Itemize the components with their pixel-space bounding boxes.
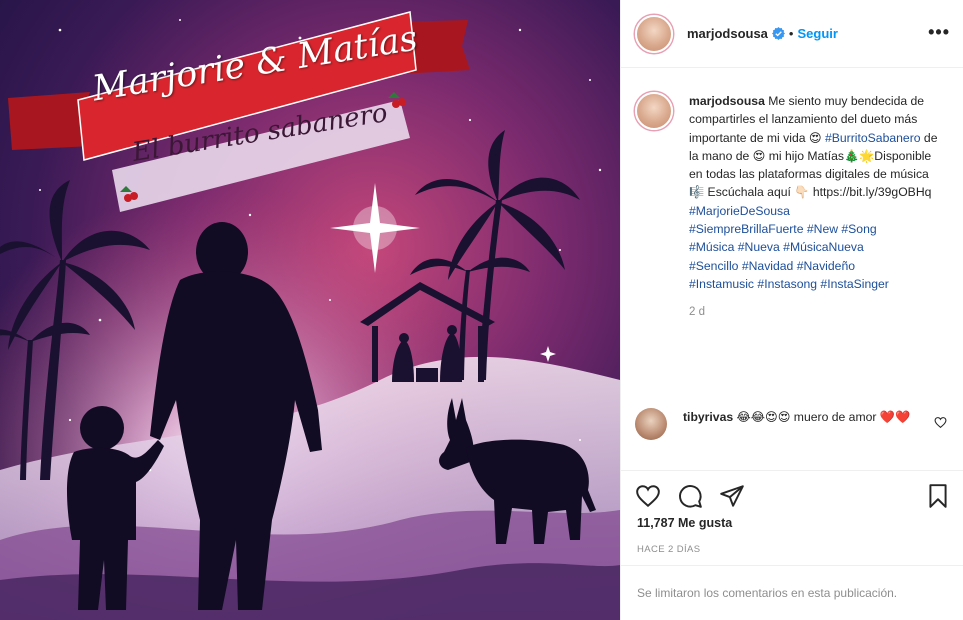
verified-badge-icon: [771, 27, 785, 40]
caption-avatar[interactable]: [635, 92, 673, 130]
bookmark-icon[interactable]: [925, 483, 951, 509]
post-caption: marjodsousa Me siento muy bendecida de c…: [635, 92, 947, 322]
comment-like-heart-icon[interactable]: [934, 416, 947, 429]
commenter-avatar[interactable]: [635, 408, 667, 440]
comment-text: tibyrivas 😂😂😍😍 muero de amor ❤️❤️: [683, 408, 911, 440]
hashtag-line[interactable]: #MarjorieDeSousa: [689, 202, 947, 220]
author-username[interactable]: marjodsousa: [687, 26, 768, 41]
post-sidebar: marjodsousa • Seguir ••• marjodsousa Me …: [620, 0, 963, 620]
caption-timestamp[interactable]: 2 d: [689, 303, 947, 321]
more-options-icon[interactable]: •••: [928, 22, 950, 43]
likes-count[interactable]: 11,787 Me gusta: [637, 516, 732, 530]
post-date[interactable]: HACE 2 DÍAS: [637, 544, 701, 555]
author-avatar[interactable]: [635, 14, 673, 53]
comment-item: tibyrivas 😂😂😍😍 muero de amor ❤️❤️: [635, 408, 955, 440]
post-header: marjodsousa • Seguir •••: [621, 0, 963, 68]
hashtag-line[interactable]: #SiempreBrillaFuerte #New #Song: [689, 220, 947, 238]
comment-icon[interactable]: [677, 483, 703, 509]
caption-text: marjodsousa Me siento muy bendecida de c…: [689, 92, 947, 322]
post-image[interactable]: Marjorie & Matías El burrito sabanero: [0, 0, 620, 620]
comments-area[interactable]: marjodsousa Me siento muy bendecida de c…: [621, 68, 963, 480]
action-bar: [621, 470, 963, 520]
comment-body: 😂😂😍😍 muero de amor ❤️❤️: [733, 410, 911, 424]
send-icon[interactable]: [719, 483, 745, 509]
hashtag-line[interactable]: #Instamusic #Instasong #InstaSinger: [689, 275, 947, 293]
comments-limited-notice: Se limitaron los comentarios en esta pub…: [621, 565, 963, 620]
commenter-username[interactable]: tibyrivas: [683, 410, 733, 424]
heart-icon[interactable]: [635, 483, 661, 509]
hashtag-link[interactable]: #BurritoSabanero: [825, 131, 921, 145]
header-separator: •: [788, 26, 794, 41]
caption-username[interactable]: marjodsousa: [689, 94, 765, 108]
hashtag-line[interactable]: #Sencillo #Navidad #Navideño: [689, 257, 947, 275]
follow-button[interactable]: Seguir: [797, 26, 837, 41]
hashtag-line[interactable]: #Música #Nueva #MúsicaNueva: [689, 238, 947, 256]
